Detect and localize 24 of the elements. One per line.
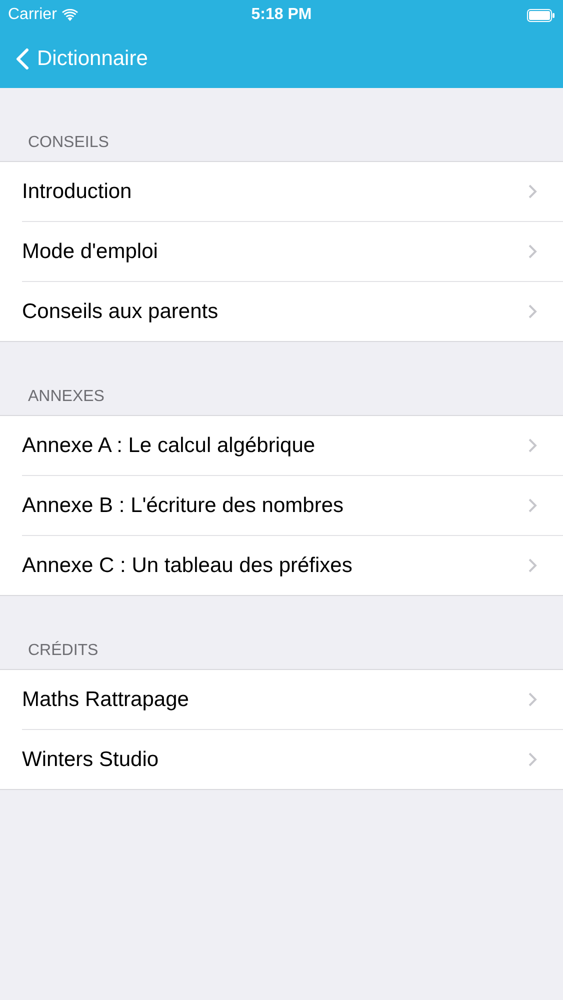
chevron-icon xyxy=(528,752,537,767)
list-item[interactable]: Annexe B : L'écriture des nombres xyxy=(22,476,563,536)
list-item[interactable]: Mode d'emploi xyxy=(22,222,563,282)
section-header: CONSEILS xyxy=(27,133,110,153)
carrier-label: Carrier xyxy=(8,6,57,24)
chevron-icon xyxy=(528,244,537,259)
section-header: CRÉDITS xyxy=(27,640,100,661)
list-item[interactable]: Conseils aux parents xyxy=(22,282,563,341)
list-item[interactable]: Introduction xyxy=(22,162,563,222)
chevron-icon xyxy=(528,692,537,707)
list-item[interactable]: Annexe A : Le calcul algébrique xyxy=(22,416,563,476)
list-item[interactable]: Maths Rattrapage xyxy=(22,670,563,730)
chevron-icon xyxy=(528,558,537,573)
list-item[interactable]: Winters Studio xyxy=(22,730,563,789)
list-item[interactable]: Annexe C : Un tableau des préfixes xyxy=(22,536,563,595)
battery-icon xyxy=(527,8,555,22)
chevron-icon xyxy=(528,498,537,513)
back-chevron-icon xyxy=(16,48,29,70)
section-header: ANNEXES xyxy=(27,387,106,407)
chevron-icon xyxy=(528,184,537,199)
chevron-icon xyxy=(528,304,537,319)
wifi-icon xyxy=(62,9,78,21)
chevron-icon xyxy=(528,438,537,453)
clock-label: 5:18 PM xyxy=(251,6,312,24)
